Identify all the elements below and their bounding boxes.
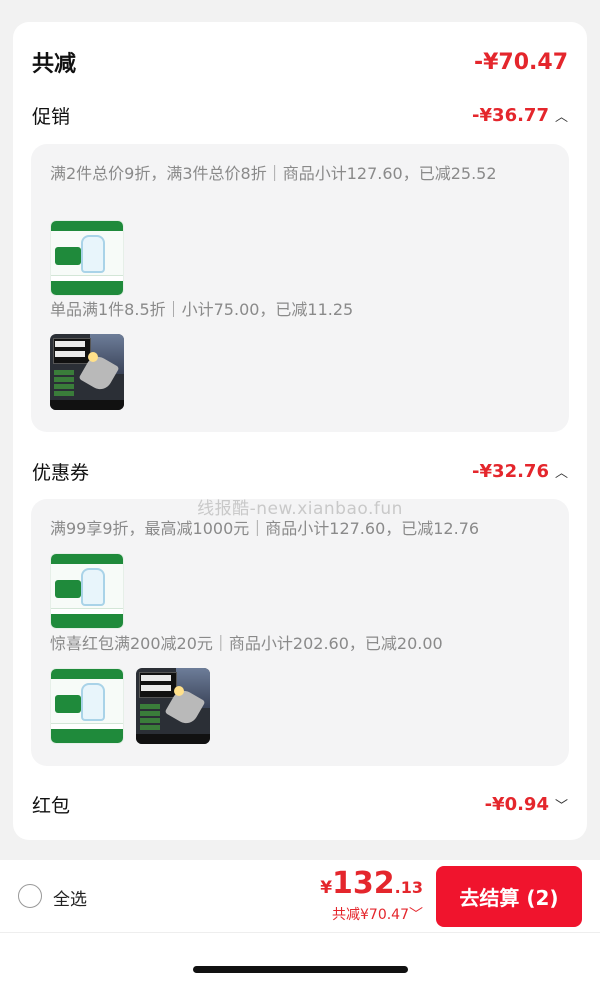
promotion-panel: 满2件总价9折，满3件总价8折｜商品小计127.60，已减25.52 单品满1件… bbox=[31, 144, 569, 432]
coupon-row[interactable]: 优惠券 -¥32.76 ︿ bbox=[32, 458, 568, 485]
promotion-amount-group[interactable]: -¥36.77 ︿ bbox=[472, 105, 568, 126]
select-all-checkbox[interactable] bbox=[18, 884, 42, 908]
coupon-rule-1: 满99享9折，最高减1000元｜商品小计127.60，已减12.76 bbox=[50, 519, 480, 538]
watermark: 线报酷-new.xianbao.fun bbox=[197, 499, 403, 519]
coupon-panel: 满99享9折，最高减1000元｜商品小计127.60，已减12.76 惊喜红包满… bbox=[31, 499, 569, 766]
water-product-icon[interactable] bbox=[50, 668, 124, 744]
total-discount-label: 共减 bbox=[32, 52, 77, 77]
home-indicator[interactable] bbox=[193, 966, 408, 973]
price-decimal: .13 bbox=[394, 878, 423, 897]
water-product-icon[interactable] bbox=[50, 553, 124, 629]
promotion-label: 促销 bbox=[32, 106, 71, 128]
red-packet-amount: -¥0.94 bbox=[484, 794, 549, 815]
tool-product-icon[interactable] bbox=[136, 668, 210, 744]
coupon-amount-group[interactable]: -¥32.76 ︿ bbox=[472, 461, 568, 482]
currency-symbol: ¥ bbox=[320, 878, 333, 898]
chevron-down-icon: ﹀ bbox=[409, 907, 423, 923]
coupon-rule-2: 惊喜红包满200减20元｜商品小计202.60，已减20.00 bbox=[50, 634, 443, 653]
promotion-rule-1: 满2件总价9折，满3件总价8折｜商品小计127.60，已减25.52 bbox=[50, 164, 497, 183]
total-discount-amount: -¥70.47 bbox=[473, 49, 568, 75]
total-price: ¥132.13 bbox=[320, 866, 423, 901]
red-packet-amount-group[interactable]: -¥0.94 ﹀ bbox=[485, 794, 568, 815]
discount-summary[interactable]: 共减¥70.47﹀ bbox=[332, 904, 423, 924]
total-discount-row: 共减 -¥70.47 bbox=[32, 46, 568, 78]
discount-summary-text: 共减¥70.47 bbox=[332, 907, 409, 923]
promotion-amount: -¥36.77 bbox=[472, 105, 549, 126]
checkout-bar: 全选 ¥132.13 共减¥70.47﹀ 去结算 (2) bbox=[0, 860, 600, 986]
chevron-down-icon[interactable]: ﹀ bbox=[555, 795, 568, 814]
red-packet-row[interactable]: 红包 -¥0.94 ﹀ bbox=[32, 791, 568, 818]
tool-product-icon[interactable] bbox=[50, 334, 124, 410]
water-product-icon[interactable] bbox=[50, 220, 124, 296]
chevron-up-icon[interactable]: ︿ bbox=[555, 106, 568, 125]
select-all-label[interactable]: 全选 bbox=[53, 885, 87, 910]
promotion-row[interactable]: 促销 -¥36.77 ︿ bbox=[32, 102, 568, 129]
red-packet-label: 红包 bbox=[32, 795, 71, 817]
checkout-button[interactable]: 去结算 (2) bbox=[436, 866, 582, 927]
divider bbox=[0, 932, 600, 933]
promotion-rule-2: 单品满1件8.5折｜小计75.00，已减11.25 bbox=[50, 300, 354, 319]
price-integer: 132 bbox=[332, 866, 395, 901]
coupon-label: 优惠券 bbox=[32, 462, 90, 484]
coupon-amount: -¥32.76 bbox=[472, 461, 549, 482]
chevron-up-icon[interactable]: ︿ bbox=[555, 462, 568, 481]
